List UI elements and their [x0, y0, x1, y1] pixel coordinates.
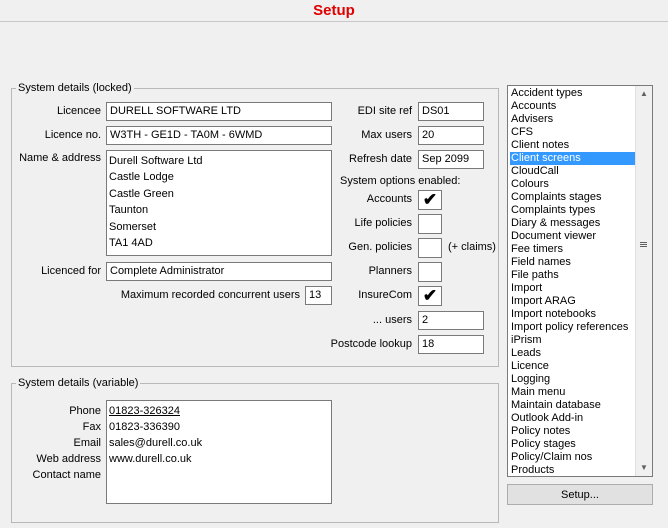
web-value: www.durell.co.uk: [109, 453, 192, 465]
refresh-date-field[interactable]: Sep 2099: [418, 150, 484, 169]
edi-label: EDI site ref: [357, 105, 412, 117]
licence-no-label: Licence no.: [44, 129, 101, 141]
list-item-cfs[interactable]: CFS: [510, 126, 636, 139]
setup-listbox[interactable]: Accident types Accounts Advisers CFS Cli…: [507, 85, 653, 477]
list-item-policy-claim-nos[interactable]: Policy/Claim nos: [510, 451, 636, 464]
fax-label: Fax: [82, 421, 101, 433]
options-label: System options enabled:: [340, 175, 461, 187]
list-item-cloudcall[interactable]: CloudCall: [510, 165, 636, 178]
list-item-import[interactable]: Import: [510, 282, 636, 295]
scroll-up-arrow-icon[interactable]: ▲: [636, 86, 652, 102]
list-item-client-notes[interactable]: Client notes: [510, 139, 636, 152]
web-label: Web address: [36, 453, 101, 465]
address-line: Taunton: [109, 204, 149, 217]
users-field[interactable]: 2: [418, 311, 484, 330]
list-item-licence[interactable]: Licence: [510, 360, 636, 373]
list-item-main-menu[interactable]: Main menu: [510, 386, 636, 399]
list-item-advisers[interactable]: Advisers: [510, 113, 636, 126]
list-item-field-names[interactable]: Field names: [510, 256, 636, 269]
list-item-colours[interactable]: Colours: [510, 178, 636, 191]
postcode-field[interactable]: 18: [418, 335, 484, 354]
edi-field[interactable]: DS01: [418, 102, 484, 121]
users-label: ... users: [372, 314, 412, 326]
list-item-import-notebooks[interactable]: Import notebooks: [510, 308, 636, 321]
list-item-diary-messages[interactable]: Diary & messages: [510, 217, 636, 230]
fax-value: 01823-336390: [109, 421, 180, 433]
variable-group-title: System details (variable): [16, 377, 141, 389]
postcode-label: Postcode lookup: [330, 338, 412, 350]
list-item-iprism[interactable]: iPrism: [510, 334, 636, 347]
licencee-field[interactable]: DURELL SOFTWARE LTD: [106, 102, 332, 121]
planners-label: Planners: [368, 265, 412, 277]
title-divider: [0, 21, 668, 22]
address-line: Castle Green: [109, 187, 174, 200]
address-line: Somerset: [109, 220, 157, 233]
accounts-checkbox[interactable]: ✔: [418, 190, 442, 210]
gen-policies-checkbox[interactable]: [418, 238, 442, 258]
list-item-file-paths[interactable]: File paths: [510, 269, 636, 282]
contact-name-label: Contact name: [32, 469, 101, 481]
list-item-accident-types[interactable]: Accident types: [510, 87, 636, 100]
list-item-document-viewer[interactable]: Document viewer: [510, 230, 636, 243]
name-address-label: Name & address: [19, 152, 101, 164]
life-policies-checkbox[interactable]: [418, 214, 442, 234]
address-line: TA1 4AD: [109, 237, 153, 250]
list-item-products[interactable]: Products: [510, 464, 636, 476]
planners-checkbox[interactable]: [418, 262, 442, 282]
email-label: Email: [73, 437, 101, 449]
list-item-policy-notes[interactable]: Policy notes: [510, 425, 636, 438]
name-address-field[interactable]: Durell Software Ltd Castle Lodge Castle …: [106, 150, 332, 256]
licencee-label: Licencee: [56, 105, 101, 117]
phone-label: Phone: [69, 405, 101, 417]
list-item-fee-timers[interactable]: Fee timers: [510, 243, 636, 256]
licence-no-field[interactable]: W3TH - GE1D - TA0M - 6WMD: [106, 126, 332, 145]
max-users-field[interactable]: 20: [418, 126, 484, 145]
max-users-label: Max users: [361, 129, 412, 141]
scroll-grip-icon[interactable]: [636, 240, 652, 250]
scroll-down-arrow-icon[interactable]: ▼: [636, 460, 652, 476]
max-recorded-label: Maximum recorded concurrent users: [120, 289, 300, 301]
list-item-outlook-add-in[interactable]: Outlook Add-in: [510, 412, 636, 425]
locked-group-title: System details (locked): [16, 82, 134, 94]
address-line: Castle Lodge: [109, 171, 174, 184]
contact-details-field[interactable]: 01823-326324 01823-336390 sales@durell.c…: [106, 400, 332, 504]
setup-button[interactable]: Setup...: [507, 484, 653, 505]
list-item-leads[interactable]: Leads: [510, 347, 636, 360]
list-item-import-policy-references[interactable]: Import policy references: [510, 321, 636, 334]
list-item-import-arag[interactable]: Import ARAG: [510, 295, 636, 308]
email-value: sales@durell.co.uk: [109, 437, 203, 449]
list-item-policy-stages[interactable]: Policy stages: [510, 438, 636, 451]
life-policies-label: Life policies: [354, 217, 412, 229]
list-item-complaints-stages[interactable]: Complaints stages: [510, 191, 636, 204]
gen-policies-label: Gen. policies: [348, 241, 412, 253]
insurecom-label: InsureCom: [358, 289, 412, 301]
licenced-for-field[interactable]: Complete Administrator: [106, 262, 332, 281]
window-title: Setup: [313, 2, 355, 19]
address-line: Durell Software Ltd: [109, 155, 203, 167]
list-item-accounts[interactable]: Accounts: [510, 100, 636, 113]
list-item-logging[interactable]: Logging: [510, 373, 636, 386]
list-item-maintain-database[interactable]: Maintain database: [510, 399, 636, 412]
insurecom-checkbox[interactable]: ✔: [418, 286, 442, 306]
max-recorded-field[interactable]: 13: [305, 286, 332, 305]
licenced-for-label: Licenced for: [41, 265, 101, 277]
claims-note: (+ claims): [448, 241, 496, 253]
refresh-date-label: Refresh date: [349, 153, 412, 165]
accounts-label: Accounts: [366, 193, 412, 205]
list-item-client-screens[interactable]: Client screens: [510, 152, 636, 165]
phone-value: 01823-326324: [109, 405, 180, 417]
list-scrollbar[interactable]: ▲ ▼: [635, 86, 652, 476]
list-item-complaints-types[interactable]: Complaints types: [510, 204, 636, 217]
